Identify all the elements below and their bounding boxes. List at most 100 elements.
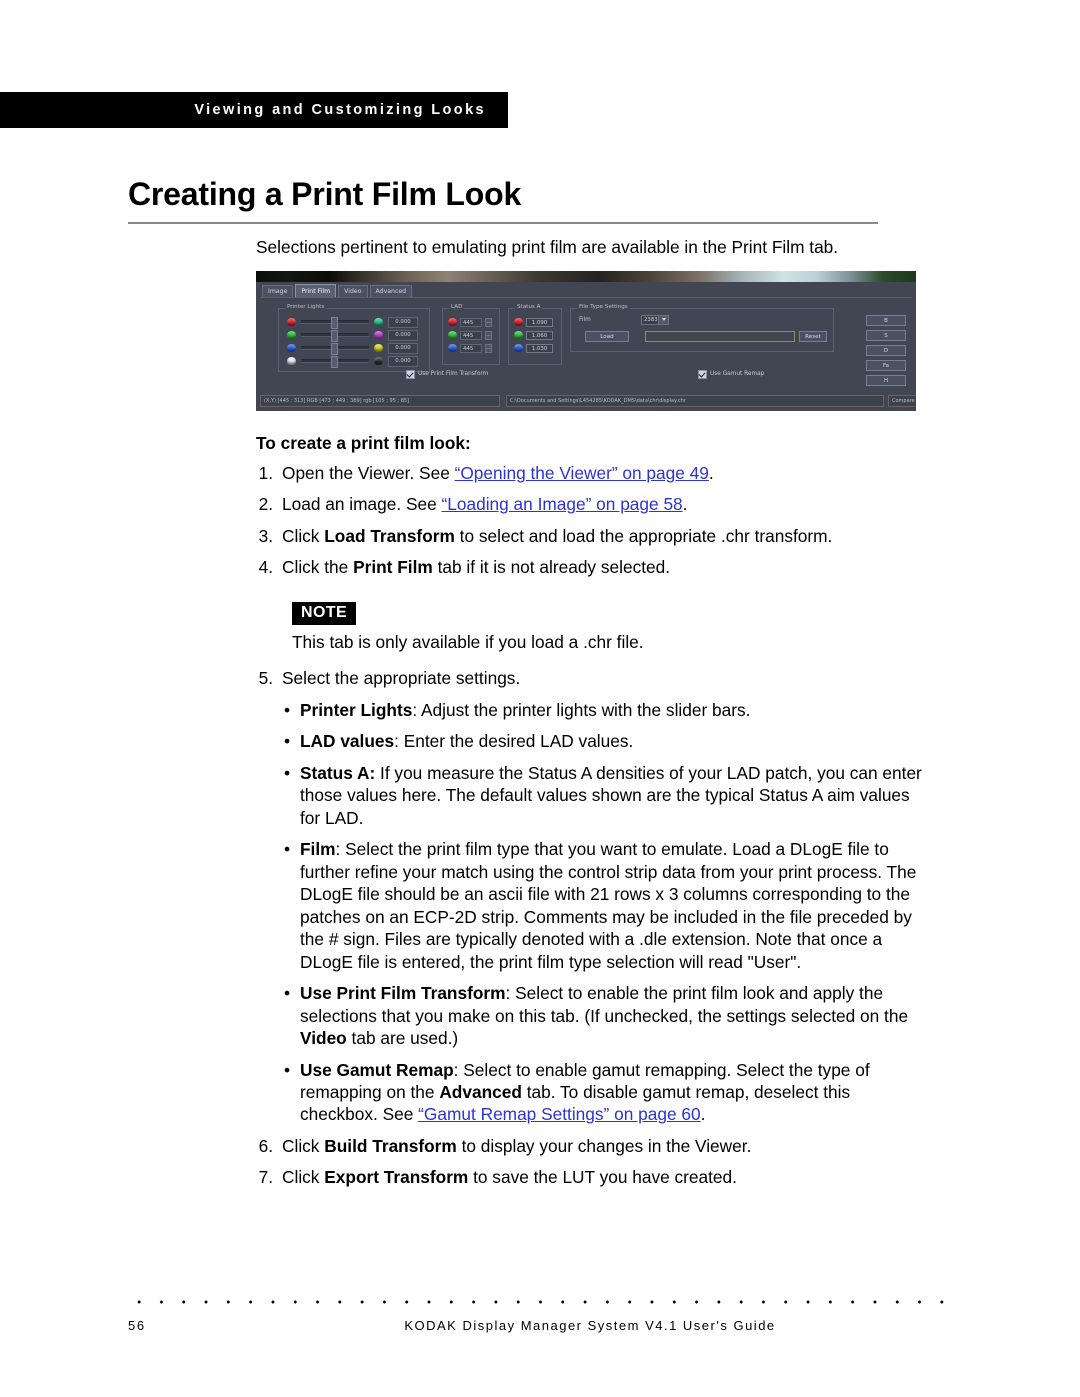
slider-printer-light-red[interactable]: [301, 317, 369, 330]
action-button-4[interactable]: Fa: [866, 359, 906, 371]
action-button-5[interactable]: H: [866, 374, 906, 386]
action-button-3[interactable]: D: [866, 344, 906, 356]
step-text: Click Build Transform to display your ch…: [282, 1135, 928, 1157]
slider-thumb[interactable]: [330, 356, 338, 369]
slider-printer-light-blue[interactable]: [301, 343, 369, 356]
note-text: This tab is only available if you load a…: [292, 631, 644, 652]
body-column: Selections pertinent to emulating print …: [256, 236, 928, 1198]
lad-value-red[interactable]: 445: [460, 317, 482, 327]
lad-row-red: 445: [448, 317, 492, 328]
procedure-steps-tail: 6. Click Build Transform to display your…: [256, 1135, 928, 1189]
tab-panel-print-film: Printer Lights 0.000 0.000 0.000 0.000 L…: [260, 296, 912, 386]
tab-print-film[interactable]: Print Film: [295, 283, 337, 298]
group-lad: LAD 445 445 445: [442, 303, 500, 365]
lad-value-blue[interactable]: 445: [460, 343, 482, 353]
step-number: 5.: [258, 668, 273, 689]
checkbox-use-print-film-transform[interactable]: Use Print Film Transform: [406, 369, 488, 379]
lamp-red-icon: [448, 318, 457, 327]
bullet-text-run: : Select the print film type that you wa…: [300, 839, 917, 972]
lad-value-green[interactable]: 445: [460, 330, 482, 340]
cross-reference-link[interactable]: “Opening the Viewer” on page 49: [455, 463, 709, 483]
group-label-lad: LAD: [449, 303, 465, 310]
dloge-path-field[interactable]: [645, 330, 795, 342]
bullet-text-run: If you measure the Status A densities of…: [300, 762, 922, 828]
status-a-value-blue[interactable]: 1.030: [526, 343, 553, 353]
printer-light-row-blue: 0.000: [287, 342, 418, 356]
step-number: 3.: [258, 525, 273, 546]
step-text-run: tab if it is not already selected.: [432, 557, 671, 578]
procedure-steps: 1. Open the Viewer. See “Opening the Vie…: [256, 462, 928, 579]
step-text-run: Click: [282, 525, 325, 546]
lamp-blue-icon: [448, 344, 457, 353]
action-button-2[interactable]: S: [866, 329, 906, 341]
list-item: • Status A: If you measure the Status A …: [256, 762, 928, 829]
step-text-run: Click: [282, 1167, 325, 1188]
ui-term: LAD values: [300, 731, 395, 752]
ui-term: Use Print Film Transform: [300, 983, 506, 1004]
intro-paragraph: Selections pertinent to emulating print …: [256, 237, 839, 257]
action-button-column: B S D Fa H: [866, 314, 910, 390]
lamp-magenta-icon: [374, 331, 383, 340]
step-number: 7.: [258, 1167, 273, 1188]
bullet-text: Status A: If you measure the Status A de…: [300, 762, 928, 829]
step-item: 5. Select the appropriate settings.: [256, 667, 928, 689]
step-text: Click Load Transform to select and load …: [282, 525, 928, 547]
lamp-yellow-icon: [374, 344, 383, 353]
film-type-dropdown[interactable]: 2383: [641, 314, 669, 325]
list-item: • Use Gamut Remap: Select to enable gamu…: [256, 1059, 928, 1126]
printer-light-value-neutral[interactable]: 0.000: [388, 355, 418, 367]
ui-term: Use Gamut Remap: [300, 1059, 454, 1080]
bullet-text-run: .: [700, 1104, 706, 1125]
step-item: 4. Click the Print Film tab if it is not…: [256, 556, 928, 578]
lad-spinner-red[interactable]: [485, 317, 492, 327]
slider-printer-light-neutral[interactable]: [301, 356, 369, 369]
slider-thumb[interactable]: [330, 317, 338, 330]
ui-term: Film: [300, 839, 336, 860]
step-text: Click Export Transform to save the LUT y…: [282, 1166, 928, 1188]
step-text-run: to save the LUT you have created.: [468, 1167, 737, 1188]
group-label-printer-lights: Printer Lights: [285, 303, 327, 310]
lamp-blue-icon: [514, 344, 523, 353]
reset-button[interactable]: Reset: [799, 330, 827, 342]
printer-light-value-red[interactable]: 0.000: [388, 316, 418, 328]
list-item: • LAD values: Enter the desired LAD valu…: [256, 730, 928, 752]
film-type-value: 2383: [644, 316, 658, 323]
lamp-cyan-icon: [374, 318, 383, 327]
printer-light-value-blue[interactable]: 0.000: [388, 342, 418, 354]
ui-term: Print Film: [353, 557, 433, 578]
bullet-dot-icon: •: [284, 983, 291, 1004]
slider-thumb[interactable]: [330, 330, 338, 343]
ui-term: Advanced: [439, 1082, 522, 1102]
checkbox-use-gamut-remap[interactable]: Use Gamut Remap: [698, 369, 764, 379]
status-a-value-red[interactable]: 1.090: [526, 317, 553, 327]
load-dloge-button[interactable]: Load: [585, 330, 629, 342]
note-badge: NOTE: [292, 601, 357, 625]
status-bar-coordinates: (X,Y) [445 ; 313] RGB [473 ; 449 ; 389] …: [260, 394, 500, 407]
slider-printer-light-green[interactable]: [301, 330, 369, 343]
lamp-green-icon: [514, 331, 523, 340]
printer-light-value-green[interactable]: 0.000: [388, 329, 418, 341]
step-text-run: .: [708, 462, 714, 483]
chevron-down-icon: [657, 315, 668, 324]
cross-reference-link[interactable]: “Gamut Remap Settings” on page 60: [418, 1104, 700, 1124]
bullet-text-run: : Adjust the printer lights with the sli…: [412, 699, 751, 720]
lad-spinner-blue[interactable]: [485, 343, 492, 353]
step-text-run: to display your changes in the Viewer.: [456, 1135, 752, 1156]
printer-light-row-green: 0.000: [287, 329, 418, 343]
status-a-value-green[interactable]: 1.060: [526, 330, 553, 340]
running-header: Viewing and Customizing Looks: [0, 92, 508, 128]
ui-term: Load Transform: [324, 525, 455, 546]
group-label-status-a: Status A: [515, 303, 543, 310]
bullet-text-run: : Enter the desired LAD values.: [394, 731, 634, 752]
status-bar-compare[interactable]: Compare: [888, 394, 916, 407]
step-item: 7. Click Export Transform to save the LU…: [256, 1166, 928, 1188]
step-number: 1.: [258, 462, 273, 483]
slider-thumb[interactable]: [330, 343, 338, 356]
lad-row-blue: 445: [448, 343, 492, 354]
step-text-run: .: [682, 494, 688, 515]
lad-spinner-green[interactable]: [485, 330, 492, 340]
image-preview-strip: [256, 270, 916, 282]
lamp-blue-icon: [287, 344, 296, 353]
action-button-1[interactable]: B: [866, 314, 906, 326]
cross-reference-link[interactable]: “Loading an Image” on page 58: [442, 494, 683, 514]
